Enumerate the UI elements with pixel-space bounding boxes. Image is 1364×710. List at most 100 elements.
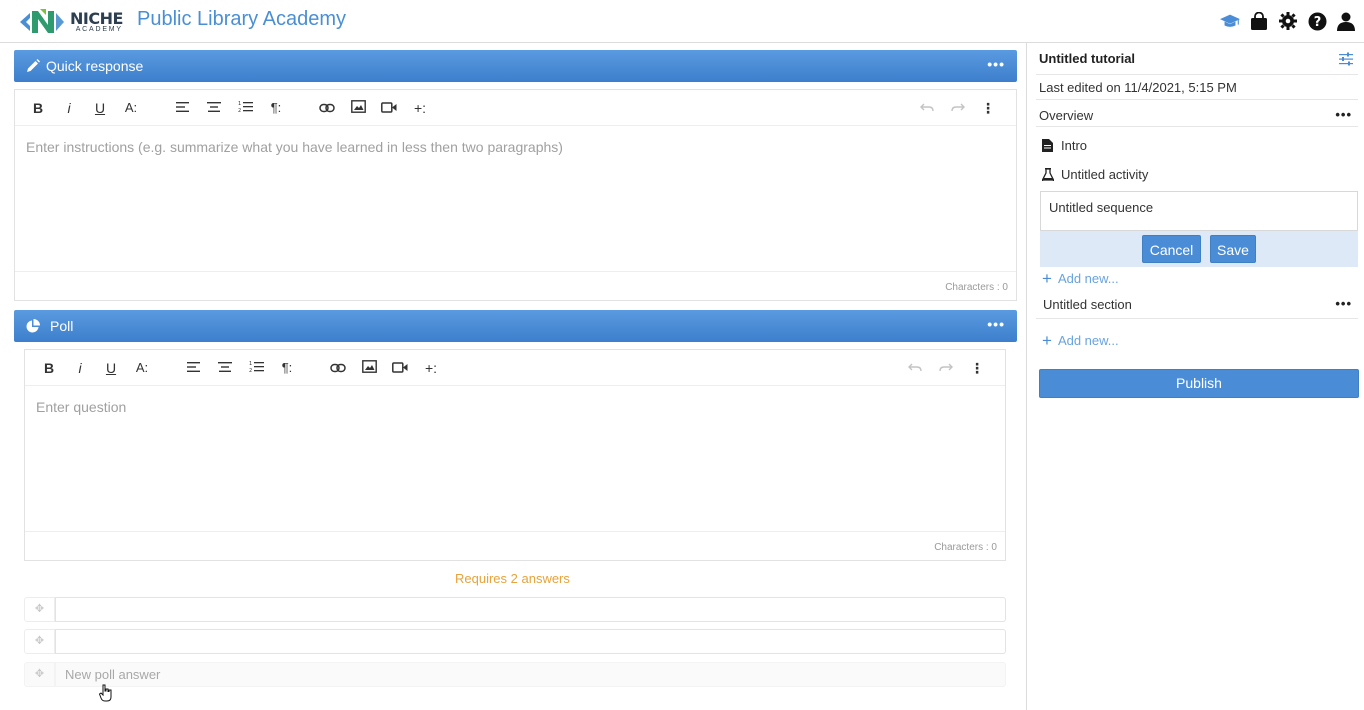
sliders-icon[interactable] <box>1338 51 1354 67</box>
quick-response-header[interactable]: Quick response ••• <box>14 50 1017 82</box>
quick-response-toolbar: B i U A: 12 ¶: +: ⋮ <box>15 90 1016 126</box>
undo-icon[interactable] <box>918 99 936 117</box>
italic-button[interactable]: i <box>60 99 78 117</box>
niche-academy-logo[interactable]: NICHE ACADEMY <box>18 6 123 38</box>
header-icons: ? <box>1220 10 1356 32</box>
drag-handle-icon[interactable]: ✥ <box>24 597 55 622</box>
svg-text:2: 2 <box>238 108 241 113</box>
poll-answer-row: ✥ <box>24 597 1006 622</box>
poll-question-editor[interactable]: B i U A: 12 ¶: +: ⋮ Enter question Chara… <box>24 349 1006 561</box>
align-center-icon[interactable] <box>216 359 234 377</box>
video-icon[interactable] <box>391 359 409 377</box>
graduation-cap-icon[interactable] <box>1220 10 1240 32</box>
add-new-button[interactable]: + Add new... <box>1042 332 1119 349</box>
italic-button[interactable]: i <box>71 359 89 377</box>
new-poll-answer-input[interactable]: New poll answer <box>55 662 1006 687</box>
more-options-button[interactable]: ⋮ <box>979 99 997 117</box>
underline-button[interactable]: U <box>91 99 109 117</box>
outline-item-label: Untitled activity <box>1061 167 1149 182</box>
more-options-button[interactable]: ⋮ <box>968 359 986 377</box>
sequence-name-input[interactable]: Untitled sequence <box>1040 191 1358 231</box>
drag-handle-icon[interactable]: ✥ <box>24 629 55 654</box>
underline-button[interactable]: U <box>102 359 120 377</box>
align-center-icon[interactable] <box>205 99 223 117</box>
font-size-button[interactable]: A: <box>122 99 140 117</box>
section-label[interactable]: Untitled section <box>1043 297 1356 312</box>
pencil-icon <box>26 59 40 73</box>
app-title[interactable]: Public Library Academy <box>137 8 346 31</box>
divider <box>1036 74 1358 75</box>
poll-answer-input[interactable] <box>55 629 1006 654</box>
document-icon <box>1042 139 1054 152</box>
outline-item-intro[interactable]: Intro <box>1042 138 1087 153</box>
logo-name: NICHE <box>70 9 123 28</box>
redo-icon[interactable] <box>937 359 955 377</box>
paragraph-format-button[interactable]: ¶: <box>278 359 296 377</box>
question-input[interactable]: Enter question <box>36 399 126 415</box>
divider <box>1036 318 1358 319</box>
quick-response-editor[interactable]: B i U A: 12 ¶: +: ⋮ Enter instructions (… <box>14 89 1017 301</box>
cancel-button[interactable]: Cancel <box>1142 235 1201 263</box>
undo-icon[interactable] <box>906 359 924 377</box>
insert-more-button[interactable]: +: <box>422 359 440 377</box>
save-button[interactable]: Save <box>1210 235 1256 263</box>
flask-icon <box>1042 168 1054 181</box>
bold-button[interactable]: B <box>40 359 58 377</box>
svg-text:1: 1 <box>249 361 252 367</box>
gear-icon[interactable] <box>1278 10 1298 32</box>
align-left-icon[interactable] <box>174 99 192 117</box>
image-icon[interactable] <box>360 359 378 377</box>
requires-answers-notice: Requires 2 answers <box>455 571 570 586</box>
publish-button[interactable]: Publish <box>1039 369 1359 398</box>
sequence-actions: Cancel Save <box>1040 231 1358 267</box>
svg-text:2: 2 <box>249 368 252 373</box>
insert-more-button[interactable]: +: <box>411 99 429 117</box>
section-more-button[interactable]: ••• <box>1335 296 1352 311</box>
quick-response-title: Quick response <box>46 58 144 74</box>
ordered-list-icon[interactable]: 12 <box>236 99 254 117</box>
link-icon[interactable] <box>329 359 347 377</box>
top-header: NICHE ACADEMY Public Library Academy ? <box>0 0 1364 43</box>
poll-header[interactable]: Poll ••• <box>14 310 1017 342</box>
link-icon[interactable] <box>318 99 336 117</box>
paragraph-format-button[interactable]: ¶: <box>267 99 285 117</box>
outline-item-activity[interactable]: Untitled activity <box>1042 167 1148 182</box>
poll-more-button[interactable]: ••• <box>987 316 1005 332</box>
svg-text:1: 1 <box>238 101 241 107</box>
tutorial-sidebar: Untitled tutorial Last edited on 11/4/20… <box>1028 43 1364 710</box>
overview-more-button[interactable]: ••• <box>1335 107 1352 122</box>
quick-response-more-button[interactable]: ••• <box>987 56 1005 72</box>
divider <box>1036 126 1358 127</box>
video-icon[interactable] <box>380 99 398 117</box>
plus-icon: + <box>1042 331 1052 350</box>
font-size-button[interactable]: A: <box>133 359 151 377</box>
user-icon[interactable] <box>1336 10 1356 32</box>
editor-canvas: Quick response ••• B i U A: 12 ¶: +: ⋮ E… <box>0 43 1027 710</box>
svg-text:?: ? <box>1313 15 1321 30</box>
add-new-label: Add new... <box>1057 333 1119 348</box>
character-count: Characters : 0 <box>934 542 997 553</box>
redo-icon[interactable] <box>949 99 967 117</box>
add-new-label: Add new... <box>1057 271 1119 286</box>
instructions-input[interactable]: Enter instructions (e.g. summarize what … <box>26 139 563 155</box>
new-poll-answer-row: ✥ New poll answer <box>24 662 1006 687</box>
niche-logo-icon <box>20 9 64 33</box>
tutorial-title[interactable]: Untitled tutorial <box>1039 51 1135 66</box>
poll-title: Poll <box>50 318 74 334</box>
help-icon[interactable]: ? <box>1307 10 1327 32</box>
character-count: Characters : 0 <box>945 282 1008 293</box>
bold-button[interactable]: B <box>29 99 47 117</box>
poll-answer-row: ✥ <box>24 629 1006 654</box>
poll-toolbar: B i U A: 12 ¶: +: ⋮ <box>25 350 1005 386</box>
pie-chart-icon <box>26 319 40 333</box>
add-new-button[interactable]: + Add new... <box>1042 270 1119 287</box>
ordered-list-icon[interactable]: 12 <box>247 359 265 377</box>
shopping-bag-icon[interactable] <box>1249 10 1269 32</box>
poll-answer-input[interactable] <box>55 597 1006 622</box>
align-left-icon[interactable] <box>185 359 203 377</box>
image-icon[interactable] <box>349 99 367 117</box>
last-edited-text: Last edited on 11/4/2021, 5:15 PM <box>1039 80 1237 95</box>
overview-label[interactable]: Overview <box>1039 108 1356 123</box>
editor-footer: Characters : 0 <box>25 531 1005 560</box>
drag-handle-icon: ✥ <box>24 662 55 687</box>
